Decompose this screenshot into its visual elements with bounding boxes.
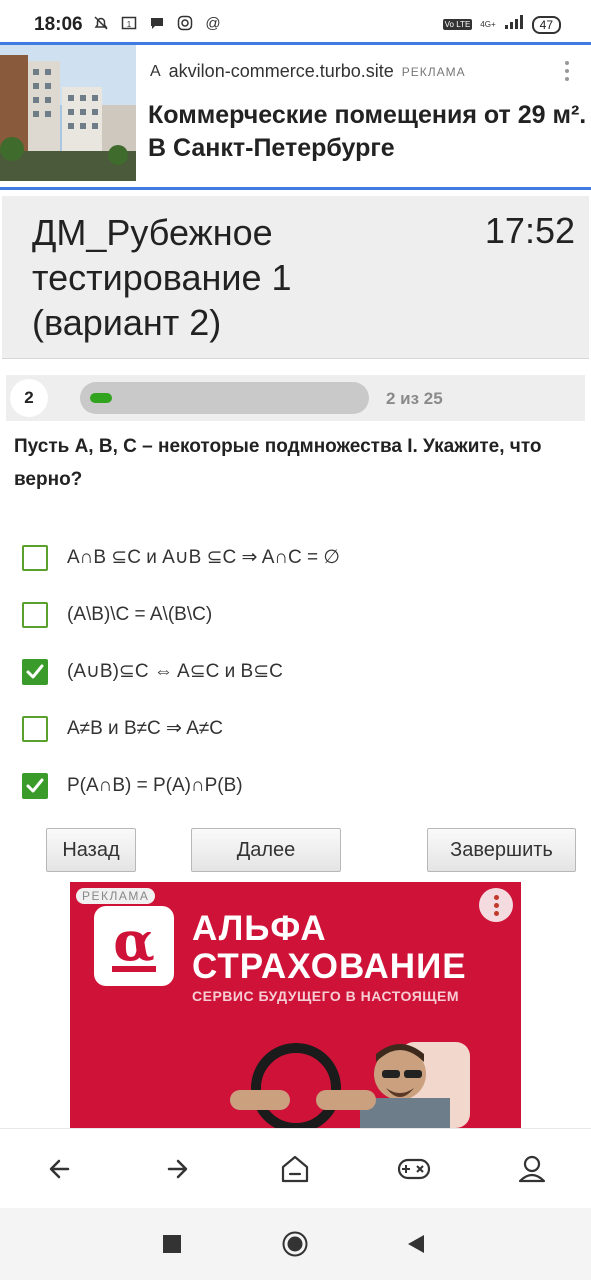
checkbox[interactable] xyxy=(22,601,48,628)
home-circle-icon[interactable] xyxy=(282,1231,308,1257)
answer-option[interactable]: A≠B и B≠C ⇒ A≠C xyxy=(22,700,340,757)
checkmark-icon xyxy=(26,664,44,678)
alfa-logo: α xyxy=(94,906,174,986)
checkbox[interactable] xyxy=(22,544,48,571)
network-type: 4G+ xyxy=(480,20,496,29)
answer-label[interactable]: P(A∩B) = P(A)∩P(B) xyxy=(67,775,243,797)
answer-label[interactable]: (A\B)\C = A\(B\C) xyxy=(67,604,212,626)
status-bar: 18:06 1 @ Vo LTE 4G+ 47 xyxy=(0,0,591,44)
browser-nav-bar xyxy=(0,1128,591,1209)
progress-row: 2 2 из 25 xyxy=(6,375,585,421)
answer-label[interactable]: (A∪B)⊆C ⇔ A⊆C и B⊆C xyxy=(67,660,283,683)
signal-icon xyxy=(504,14,524,35)
answer-option[interactable]: (A∪B)⊆C ⇔ A⊆C и B⊆C xyxy=(22,643,340,700)
checkbox[interactable] xyxy=(22,658,48,685)
svg-text:1: 1 xyxy=(127,20,132,29)
status-time: 18:06 xyxy=(34,14,83,35)
ad-person-image xyxy=(230,1042,470,1128)
alpha-logo-icon: α xyxy=(112,914,156,973)
back-triangle-icon[interactable] xyxy=(406,1234,426,1254)
brand-line-1: АЛЬФА xyxy=(192,909,327,948)
question-text: Пусть A, B, C – некоторые подмножества I… xyxy=(14,436,542,490)
brand-name: АЛЬФА СТРАХОВАНИЕ xyxy=(192,910,467,986)
ad-domain-text: akvilon-commerce.turbo.site xyxy=(168,61,394,81)
mute-bell-icon xyxy=(92,14,110,32)
test-title: ДМ_Рубежное тестирование 1 (вариант 2) xyxy=(32,212,292,343)
battery-icon: 47 xyxy=(531,15,561,34)
translate-a-icon: A xyxy=(150,62,161,80)
checkmark-icon xyxy=(26,778,44,792)
top-ad-banner[interactable]: A akvilon-commerce.turbo.site РЕКЛАМА Ко… xyxy=(0,42,591,190)
test-timer: 17:52 xyxy=(484,210,575,251)
at-sign-icon: @ xyxy=(205,14,221,32)
progress-counter: 2 из 25 xyxy=(386,389,443,408)
finish-button[interactable]: Завершить xyxy=(427,828,576,872)
ad-building-image xyxy=(0,45,136,181)
chat-bubble-icon xyxy=(148,14,166,32)
profile-icon[interactable] xyxy=(514,1151,550,1187)
progress-bar xyxy=(80,382,369,414)
progress-fill xyxy=(90,393,112,403)
ad-title[interactable]: Коммерческие помещения от 29 м². В Санкт… xyxy=(148,99,588,165)
answer-option[interactable]: (A\B)\C = A\(B\C) xyxy=(22,586,340,643)
checkbox[interactable] xyxy=(22,772,48,799)
games-icon[interactable] xyxy=(396,1151,432,1187)
home-icon[interactable] xyxy=(277,1151,313,1187)
volte-icon: Vo LTE xyxy=(442,19,473,30)
ad-more-icon[interactable] xyxy=(479,888,513,922)
answer-label[interactable]: A∩B ⊆C и A∪B ⊆C ⇒ A∩C = ∅ xyxy=(67,546,340,569)
svg-text:α: α xyxy=(113,914,155,973)
bottom-ad-banner[interactable]: РЕКЛАМА α АЛЬФА СТРАХОВАНИЕ СЕРВИС БУДУЩ… xyxy=(70,882,521,1128)
answer-option[interactable]: A∩B ⊆C и A∪B ⊆C ⇒ A∩C = ∅ xyxy=(22,529,340,586)
next-button[interactable]: Далее xyxy=(191,828,341,872)
recents-icon[interactable] xyxy=(163,1235,181,1253)
question-number[interactable]: 2 xyxy=(10,379,48,417)
checkbox[interactable] xyxy=(22,715,48,742)
system-nav-bar xyxy=(0,1208,591,1280)
ad-tag: РЕКЛАМА xyxy=(401,64,466,79)
ad-menu-icon[interactable] xyxy=(565,61,571,85)
answer-options: A∩B ⊆C и A∪B ⊆C ⇒ A∩C = ∅ (A\B)\C = A\(B… xyxy=(22,529,340,814)
answer-label[interactable]: A≠B и B≠C ⇒ A≠C xyxy=(67,717,223,740)
ad-badge: РЕКЛАМА xyxy=(76,888,156,904)
back-arrow-icon[interactable] xyxy=(42,1151,78,1187)
back-button[interactable]: Назад xyxy=(46,828,136,872)
calendar-icon: 1 xyxy=(120,14,138,32)
test-header: ДМ_Рубежное тестирование 1 (вариант 2) 1… xyxy=(2,196,589,359)
answer-option[interactable]: P(A∩B) = P(A)∩P(B) xyxy=(22,757,340,814)
brand-line-2: СТРАХОВАНИЕ xyxy=(192,947,467,986)
ad-domain[interactable]: A akvilon-commerce.turbo.site РЕКЛАМА xyxy=(150,61,466,82)
forward-arrow-icon[interactable] xyxy=(159,1151,195,1187)
instagram-icon xyxy=(176,14,194,32)
brand-slogan: СЕРВИС БУДУЩЕГО В НАСТОЯЩЕМ xyxy=(192,988,460,1004)
